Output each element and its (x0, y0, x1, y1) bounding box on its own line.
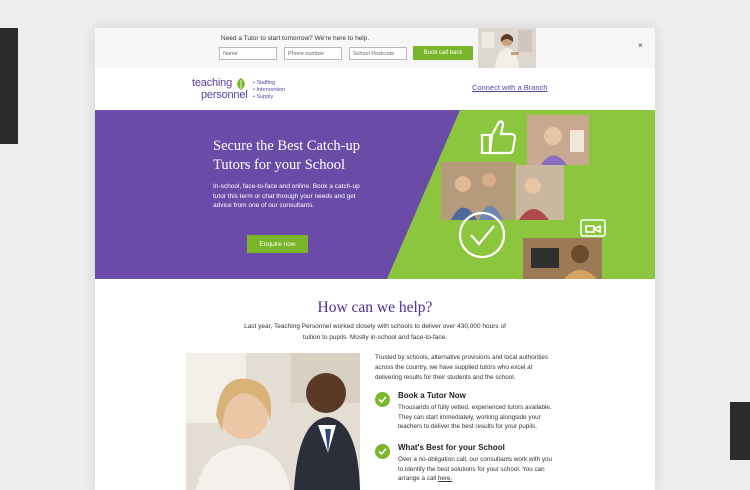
hero-graphic (387, 110, 655, 279)
tutor-photo (478, 28, 536, 68)
help-paragraph: Trusted by schools, alternative provisio… (375, 354, 549, 381)
feature-body-text: Over a no-obligation call, our consultan… (398, 456, 553, 482)
help-details: Trusted by schools, alternative provisio… (375, 353, 560, 482)
postcode-input[interactable] (349, 47, 407, 60)
logo-taglines: • Staffing • Intervention • Supply (253, 80, 285, 101)
hero-title: Secure the Best Catch-up Tutors for your… (213, 138, 360, 173)
feature-body: Thousands of fully vetted, experienced t… (398, 404, 552, 430)
feature-title: What's Best for your School (398, 443, 505, 452)
background-right-block (730, 402, 750, 460)
feature-body: Over a no-obligation call, our consultan… (398, 455, 558, 484)
help-heading: How can we help? (317, 299, 433, 316)
logo-word-teaching: teaching (192, 77, 232, 89)
enquire-now-button[interactable]: Enquire now (247, 235, 308, 253)
check-icon (375, 392, 390, 407)
hero-banner: Secure the Best Catch-up Tutors for your… (95, 110, 655, 279)
close-icon[interactable]: × (638, 41, 643, 50)
tutor-student-photo (186, 353, 360, 490)
phone-input[interactable] (284, 47, 342, 60)
tagline-intervention: • Intervention (253, 87, 286, 93)
feature-title: Book a Tutor Now (398, 391, 466, 400)
name-input[interactable] (219, 47, 277, 60)
hero-description: In-school, face-to-face and online. Book… (213, 183, 360, 209)
landing-page: Need a Tutor to start tomorrow? We're he… (95, 28, 655, 490)
check-icon (375, 444, 390, 459)
site-header: teaching personnel • Staffing • Interven… (95, 68, 655, 110)
leaf-icon (234, 77, 248, 96)
callback-prompt: Need a Tutor to start tomorrow? We're he… (221, 35, 370, 42)
callback-bar: Need a Tutor to start tomorrow? We're he… (95, 28, 655, 68)
background-left-block (0, 28, 18, 144)
book-call-back-button[interactable]: Book call back (413, 46, 473, 60)
tagline-staffing: • Staffing (253, 80, 276, 86)
help-intro: Last year, Teaching Personnel worked clo… (244, 323, 506, 341)
connect-branch-link[interactable]: Connect with a Branch (472, 83, 547, 92)
teaching-personnel-logo[interactable]: teaching personnel • Staffing • Interven… (190, 77, 300, 107)
arrange-call-link[interactable]: here. (438, 475, 452, 482)
tagline-supply: • Supply (253, 94, 274, 100)
